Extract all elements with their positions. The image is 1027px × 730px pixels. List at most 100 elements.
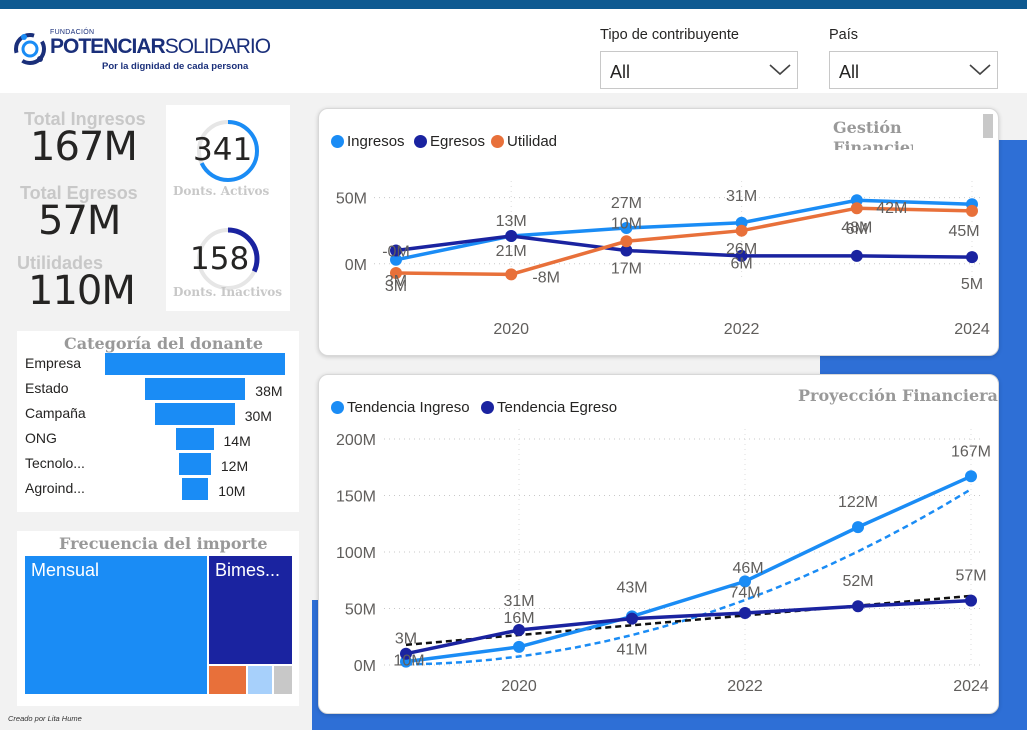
data-label: 42M [876, 200, 907, 217]
top-accent-bar [0, 0, 1027, 9]
slicer-label: País [829, 27, 859, 43]
data-point [852, 521, 864, 534]
slicer-dropdown[interactable]: All [600, 51, 798, 89]
logo-emblem-icon [14, 33, 46, 65]
donors-activos-label: Donts. Activos [173, 184, 270, 198]
y-tick-label: 0M [345, 257, 367, 274]
donors-inactivos-value: 158 [190, 241, 250, 277]
data-point [965, 594, 977, 607]
funnel-bar[interactable] [144, 378, 246, 400]
x-tick-label: 2022 [724, 321, 760, 338]
data-point [620, 235, 633, 248]
funnel-row[interactable]: ONG 14M [17, 428, 299, 450]
kpi-ingresos-value: 167M [30, 124, 138, 170]
data-point [850, 249, 863, 262]
series-line [405, 598, 972, 656]
x-tick-label: 2020 [493, 321, 529, 338]
treemap-cell-gray[interactable] [274, 666, 292, 694]
x-tick-label: 2022 [727, 678, 763, 695]
data-point [513, 640, 525, 653]
treemap-cell-lightblue[interactable] [248, 666, 272, 694]
data-label: 122M [838, 494, 878, 511]
x-tick-label: 2020 [501, 678, 537, 695]
categoria-title: Categoría del donante [64, 334, 264, 353]
treemap-cell-mensual[interactable]: Mensual [25, 556, 207, 694]
data-point [966, 251, 978, 264]
kpi-egresos-value: 57M [38, 198, 121, 244]
series-line [395, 234, 973, 259]
funnel-category-label: Agroind... [25, 480, 85, 496]
data-point [965, 470, 977, 483]
data-label: 13M [496, 213, 527, 230]
data-point [735, 224, 748, 237]
data-point [850, 202, 863, 215]
funnel-value-label: 30M [244, 408, 272, 424]
donors-inactivos-label: Donts. Inactivos [173, 285, 283, 299]
proyeccion-financiera-card: Tendencia Ingreso Tendencia Egreso Proye… [318, 374, 999, 714]
data-label: 43M [616, 579, 647, 596]
funnel-bar[interactable] [155, 403, 235, 425]
data-label: 3M [395, 631, 417, 648]
y-tick-label: 150M [336, 489, 376, 506]
funnel-value-label: 10M [218, 483, 246, 499]
funnel-value-label: 12M [220, 458, 249, 474]
data-point [505, 268, 518, 281]
slicer-dropdown[interactable]: All [829, 51, 998, 89]
slicer-pais: País All [829, 27, 998, 89]
logo-name: POTENCIARSOLIDARIO [50, 35, 271, 58]
funnel-category-label: Tecnolo... [25, 455, 85, 471]
org-logo: FUNDACIÓN POTENCIARSOLIDARIO Por la dign… [10, 27, 271, 85]
frecuencia-title: Frecuencia del importe [59, 534, 268, 553]
funnel-row[interactable]: Tecnolo... 12M [17, 453, 299, 475]
data-label: 31M [726, 188, 757, 205]
data-label: 27M [611, 195, 642, 212]
data-point [739, 607, 751, 620]
y-tick-label: 50M [345, 602, 376, 619]
data-label: 10M [611, 216, 642, 233]
data-point [626, 612, 638, 625]
series-line [405, 474, 972, 664]
data-label: 74M [729, 584, 760, 601]
data-label: 3M [385, 278, 407, 295]
chart2-plot: 0M 50M 100M 150M 200M 2020 2022 2024 3M 16M 43M 74M… [336, 429, 991, 695]
data-label: 16M [503, 610, 534, 627]
funnel-row[interactable]: Empresa [17, 353, 299, 375]
data-point [966, 204, 978, 217]
funnel-value-label: 14M [223, 433, 251, 449]
data-label: 17M [611, 260, 642, 277]
donors-card: 341 Donts. Activos 158 Donts. Inactivos [166, 105, 290, 311]
chevron-down-icon [769, 64, 791, 76]
funnel-row[interactable]: Agroind... 10M [17, 478, 299, 500]
slicer-value: All [610, 62, 631, 82]
data-label: 6M [846, 221, 868, 238]
slicer-label: Tipo de contribuyente [600, 27, 739, 43]
data-label: 6M [730, 256, 752, 273]
donors-activos-value: 341 [193, 132, 253, 168]
funnel-bar[interactable] [105, 353, 285, 375]
data-label: -8M [532, 269, 560, 286]
funnel-row[interactable]: Estado 38M [17, 378, 299, 400]
gestion-financiera-card: Ingresos Egresos Utilidad Gestión Financ… [318, 108, 999, 356]
funnel-value-label: 38M [255, 383, 283, 399]
treemap-cell-bimestral[interactable]: Bimes... [209, 556, 292, 664]
data-label: 10M [393, 653, 424, 670]
frecuencia-card: Frecuencia del importe Mensual Bimes... [17, 531, 299, 706]
funnel-bar[interactable] [179, 453, 211, 475]
y-tick-label: 200M [336, 432, 376, 449]
funnel-category-label: ONG [25, 430, 57, 446]
funnel-bar[interactable] [176, 428, 214, 450]
funnel-row[interactable]: Campaña 30M [17, 403, 299, 425]
funnel-bar[interactable] [181, 478, 209, 500]
chevron-down-icon [969, 64, 991, 76]
x-tick-label: 2024 [954, 321, 990, 338]
data-label: 46M [732, 560, 763, 577]
credit-text: Creado por Lita Hume [8, 714, 82, 723]
treemap-cell-orange[interactable] [209, 666, 246, 694]
slicer-tipo-contribuyente: Tipo de contribuyente All [600, 27, 798, 89]
data-label: 57M [955, 568, 986, 585]
kpi-utilidades-value: 110M [28, 268, 136, 314]
chart1-plot: 0M50M2020 2022 20243M21M27M 31M48M 45M-0M13M… [336, 181, 990, 338]
data-label: 45M [948, 223, 979, 240]
funnel-category-label: Campaña [25, 405, 86, 421]
data-label: 21M [496, 243, 527, 260]
